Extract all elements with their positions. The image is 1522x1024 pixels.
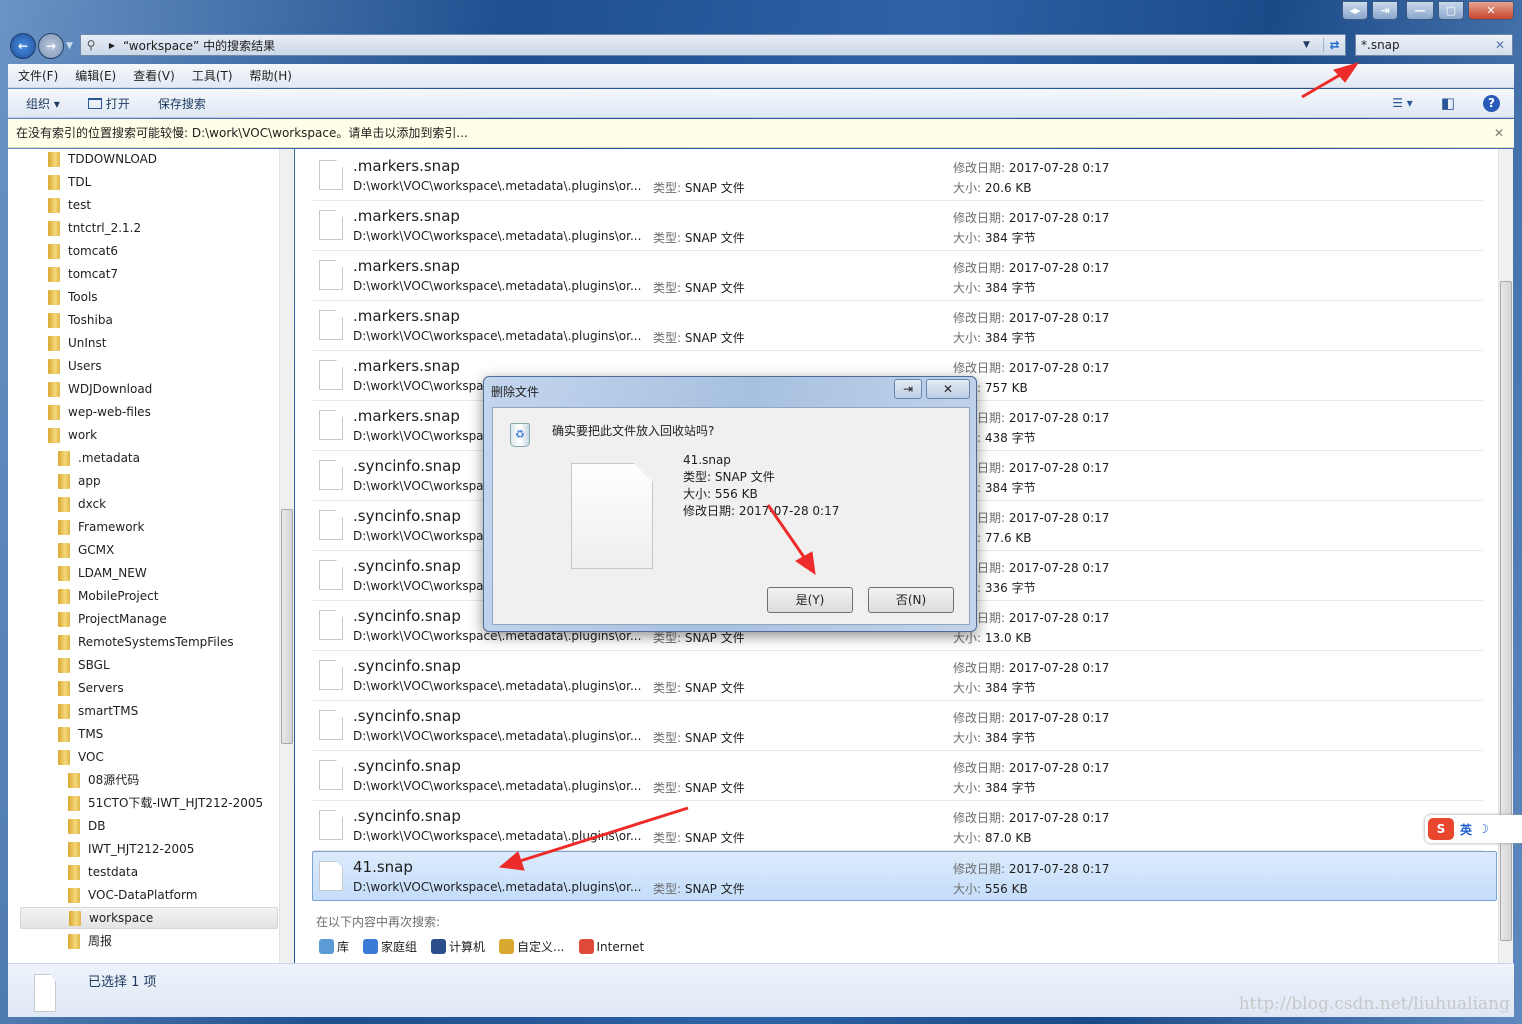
- ime-toolbar[interactable]: S 英 ☽: [1425, 815, 1522, 843]
- annotation-arrow-yes: [766, 504, 808, 561]
- annotation-arrowhead-file: [498, 851, 525, 871]
- annotation-arrow-file: [519, 806, 689, 863]
- annotation-arrow-search: [1301, 70, 1346, 99]
- moon-icon[interactable]: ☽: [1478, 822, 1489, 836]
- sogou-logo-icon: S: [1428, 818, 1454, 840]
- annotation-arrowhead-search: [1333, 62, 1360, 83]
- ime-language[interactable]: 英: [1460, 821, 1472, 838]
- annotation-arrowhead-yes: [795, 551, 816, 576]
- annotation-arrows: [498, 62, 1360, 871]
- watermark: http://blog.csdn.net/liuhualiang: [1238, 994, 1510, 1014]
